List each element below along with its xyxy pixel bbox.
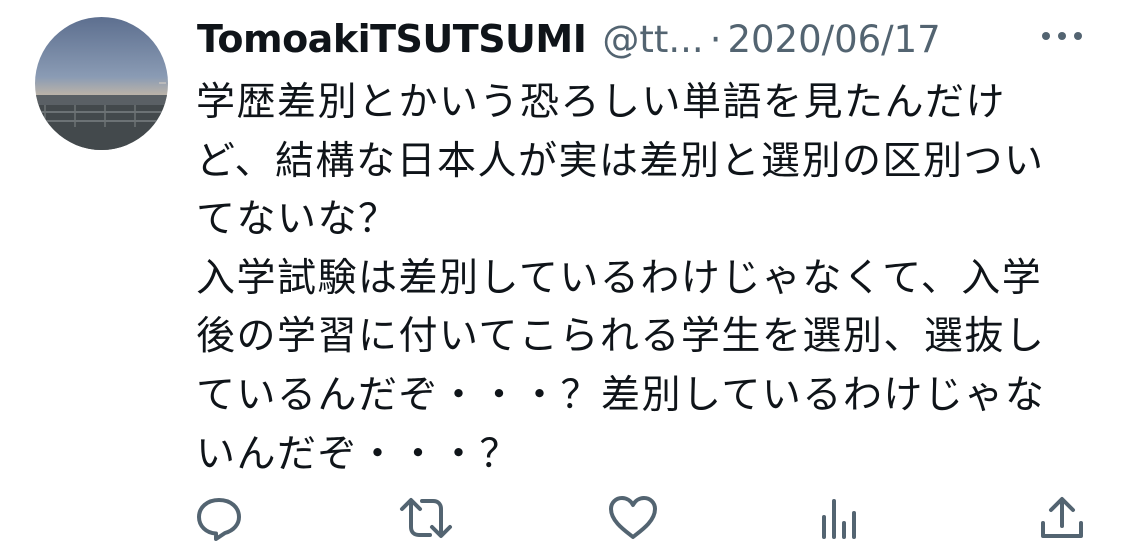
user-handle[interactable]: @tt... [602,18,703,61]
tweet-text: 学歴差別とかいう恐ろしい単語を見たんだけ ど、結構な日本人が実は差別と選別の区別… [196,74,1096,484]
tweet-header: TomoakiTSUTSUMI @tt... · 2020/06/17 [197,14,941,64]
more-options-button[interactable] [1040,24,1084,48]
tweet-text-line: いんだぞ・・・？ [196,431,521,477]
analytics-icon [822,499,856,539]
tweet-text-line: ど、結構な日本人が実は差別と選別の区別つい [196,138,1045,184]
reply-button[interactable] [191,490,247,546]
tweet-text-line: ているんだぞ・・・？差別しているわけじゃな [196,372,1046,418]
retweet-icon [400,498,452,538]
tweet-text-line: 後の学習に付いてこられる学生を選別、選抜し [196,314,1046,360]
tweet-text-line: 入学試験は差別しているわけじゃなくて、入学 [196,255,1043,301]
like-button[interactable] [605,490,661,546]
avatar[interactable] [35,17,168,150]
action-bar [0,490,1125,549]
display-name[interactable]: TomoakiTSUTSUMI [197,17,587,61]
more-icon [1042,32,1082,40]
heart-icon [609,496,657,539]
tweet[interactable]: TomoakiTSUTSUMI @tt... · 2020/06/17 学歴差別… [0,0,1125,549]
tweet-date[interactable]: 2020/06/17 [727,18,940,61]
share-icon [1041,497,1083,538]
separator-dot: · [709,17,722,61]
reply-icon [197,498,241,541]
analytics-button[interactable] [811,490,867,546]
tweet-text-line: 学歴差別とかいう恐ろしい単語を見たんだけ [196,80,1007,125]
retweet-button[interactable] [398,490,454,546]
share-button[interactable] [1034,490,1090,546]
tweet-text-line: てないな？ [196,197,399,243]
